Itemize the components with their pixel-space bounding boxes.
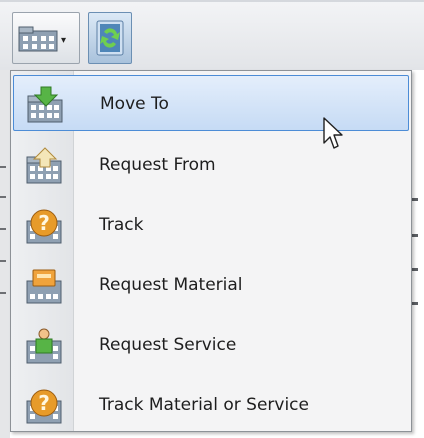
location-dropdown-button[interactable]: ▾ (12, 12, 80, 64)
menu-item-request-from[interactable]: Request From (13, 137, 409, 193)
chevron-down-icon: ▾ (61, 35, 67, 46)
background-list-edge-right (412, 70, 424, 438)
building-arrow-down-icon (26, 86, 66, 128)
menu-item-request-service[interactable]: Request Service (13, 317, 409, 373)
menu-item-label: Request From (99, 155, 216, 175)
menu-item-move-to[interactable]: Move To (13, 75, 409, 131)
toolbar-border (0, 0, 424, 2)
building-arrow-up-icon (25, 147, 65, 189)
menu-item-track[interactable]: ? Track (13, 197, 409, 253)
building-tag-icon (25, 267, 65, 309)
menu-item-label: Request Service (99, 335, 237, 355)
menu-item-label: Request Material (99, 275, 243, 295)
refresh-button[interactable] (88, 12, 132, 64)
toolbar: ▾ (0, 0, 424, 70)
location-menu: Move To Request From ? Track Request Mat… (10, 70, 412, 432)
svg-text:?: ? (38, 391, 50, 415)
menu-item-track-material-or-service[interactable]: ? Track Material or Service (13, 377, 409, 433)
menu-item-label: Track Material or Service (99, 395, 309, 415)
mouse-pointer-icon (323, 117, 345, 155)
building-question-icon: ? (25, 207, 65, 249)
building-person-icon (25, 327, 65, 369)
refresh-icon (96, 20, 124, 56)
svg-text:?: ? (38, 211, 50, 235)
menu-item-label: Move To (100, 94, 169, 114)
menu-item-request-material[interactable]: Request Material (13, 257, 409, 313)
building-question-icon: ? (25, 387, 65, 429)
building-icon (18, 23, 58, 57)
background-list-edge (0, 70, 10, 438)
menu-item-label: Track (99, 215, 144, 235)
